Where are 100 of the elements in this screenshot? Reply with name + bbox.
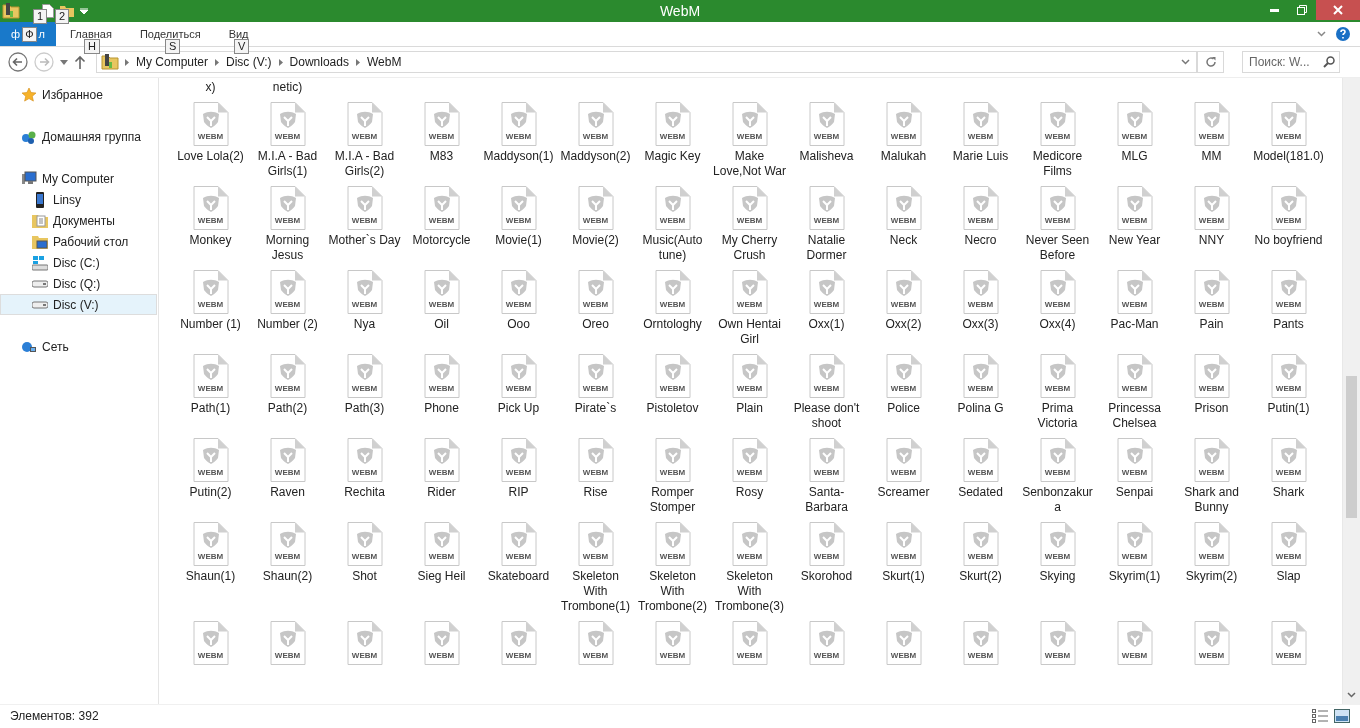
file-name[interactable]: Polina G xyxy=(943,401,1018,416)
breadcrumb[interactable]: Disc (V:) xyxy=(225,55,273,69)
file-name[interactable]: Motorcycle xyxy=(404,233,479,248)
file-name[interactable]: Malukah xyxy=(866,149,941,164)
file-name[interactable]: Prima Victoria xyxy=(1020,401,1095,431)
file-name[interactable]: Model(181.0) xyxy=(1251,149,1326,164)
file-name[interactable]: M.I.A - Bad Girls(1) xyxy=(250,149,325,179)
file-name[interactable]: Skeleton With Trombone(3) xyxy=(712,569,787,614)
file-name[interactable]: Pick Up xyxy=(481,401,556,416)
file-name[interactable]: Malisheva xyxy=(789,149,864,164)
file-name[interactable]: Pac-Man xyxy=(1097,317,1172,332)
file-name[interactable]: Make Love,Not War xyxy=(712,149,787,179)
file-name[interactable]: Sedated xyxy=(943,485,1018,500)
scrollbar-thumb[interactable] xyxy=(1346,376,1357,518)
sidebar-item[interactable]: Сеть xyxy=(0,336,157,357)
details-view-icon[interactable] xyxy=(1312,709,1328,723)
file-name[interactable]: Please don't shoot xyxy=(789,401,864,431)
sidebar-item[interactable]: Домашняя группа xyxy=(0,126,157,147)
file-name[interactable]: Love Lola(2) xyxy=(173,149,248,164)
file-name[interactable]: Plain xyxy=(712,401,787,416)
file-name[interactable]: Phone xyxy=(404,401,479,416)
file-name[interactable]: Putin(1) xyxy=(1251,401,1326,416)
file-name[interactable]: Maddyson(2) xyxy=(558,149,633,164)
file-name[interactable]: netic) xyxy=(250,80,325,95)
file-name[interactable]: Pistoletov xyxy=(635,401,710,416)
file-name[interactable]: Putin(2) xyxy=(173,485,248,500)
file-name[interactable]: Skateboard xyxy=(481,569,556,584)
file-name[interactable]: Shaun(1) xyxy=(173,569,248,584)
sidebar-item[interactable]: Избранное xyxy=(0,84,157,105)
file-name[interactable]: Senpai xyxy=(1097,485,1172,500)
file-name[interactable]: Necro xyxy=(943,233,1018,248)
file-name[interactable]: Medicore Films xyxy=(1020,149,1095,179)
file-name[interactable]: Morning Jesus xyxy=(250,233,325,263)
file-name[interactable]: Neck xyxy=(866,233,941,248)
file-name[interactable]: Orntologhy xyxy=(635,317,710,332)
address-bar[interactable]: My Computer Disc (V:) Downloads WebM xyxy=(96,51,1198,73)
file-name[interactable]: Shark xyxy=(1251,485,1326,500)
file-name[interactable]: Santa-Barbara xyxy=(789,485,864,515)
file-name[interactable]: Prison xyxy=(1174,401,1249,416)
file-name[interactable]: Number (1) xyxy=(173,317,248,332)
sidebar-item[interactable]: Рабочий стол xyxy=(0,231,157,252)
file-name[interactable]: Movie(2) xyxy=(558,233,633,248)
file-name[interactable]: RIP xyxy=(481,485,556,500)
file-name[interactable]: No boyfriend xyxy=(1251,233,1326,248)
file-name[interactable]: Princessa Chelsea xyxy=(1097,401,1172,431)
file-name[interactable]: Senbonzakura xyxy=(1020,485,1095,515)
file-name[interactable]: Movie(1) xyxy=(481,233,556,248)
scroll-down-icon[interactable] xyxy=(1347,692,1356,698)
breadcrumb[interactable]: WebM xyxy=(365,55,403,69)
file-name[interactable]: M83 xyxy=(404,149,479,164)
file-name[interactable]: Skyrim(2) xyxy=(1174,569,1249,584)
file-name[interactable]: Skorohod xyxy=(789,569,864,584)
file-name[interactable]: Skyrim(1) xyxy=(1097,569,1172,584)
file-name[interactable]: Nya xyxy=(327,317,402,332)
file-name[interactable]: Mother`s Day xyxy=(327,233,402,248)
file-name[interactable]: Natalie Dormer xyxy=(789,233,864,263)
file-name[interactable]: Shaun(2) xyxy=(250,569,325,584)
file-name[interactable]: Slap xyxy=(1251,569,1326,584)
file-name[interactable]: x) xyxy=(173,80,248,95)
sidebar-item[interactable]: Документы xyxy=(0,210,157,231)
close-button[interactable] xyxy=(1316,0,1360,20)
sidebar-item[interactable]: My Computer xyxy=(0,168,157,189)
file-name[interactable]: Shark and Bunny xyxy=(1174,485,1249,515)
sidebar-item[interactable]: Disc (V:) xyxy=(0,294,157,315)
file-name[interactable]: Rise xyxy=(558,485,633,500)
breadcrumb[interactable]: My Computer xyxy=(135,55,210,69)
file-name[interactable]: Never Seen Before xyxy=(1020,233,1095,263)
file-name[interactable]: Skurt(2) xyxy=(943,569,1018,584)
file-name[interactable]: Skeleton With Trombone(2) xyxy=(635,569,710,614)
file-name[interactable]: Music(Auto tune) xyxy=(635,233,710,263)
file-name[interactable]: Oxx(4) xyxy=(1020,317,1095,332)
search-field[interactable]: Поиск: W... xyxy=(1242,51,1340,73)
file-name[interactable]: Marie Luis xyxy=(943,149,1018,164)
file-name[interactable]: Rechita xyxy=(327,485,402,500)
scrollbar[interactable] xyxy=(1342,78,1360,704)
file-name[interactable]: Rider xyxy=(404,485,479,500)
file-name[interactable]: New Year xyxy=(1097,233,1172,248)
expand-ribbon-icon[interactable] xyxy=(1317,31,1326,37)
sidebar-item[interactable]: Linsy xyxy=(0,189,157,210)
file-name[interactable]: Oxx(1) xyxy=(789,317,864,332)
file-name[interactable]: Romper Stomper xyxy=(635,485,710,515)
file-name[interactable]: Shot xyxy=(327,569,402,584)
file-name[interactable]: Oreo xyxy=(558,317,633,332)
up-button[interactable] xyxy=(74,55,86,69)
file-name[interactable]: Oxx(2) xyxy=(866,317,941,332)
large-icons-view-icon[interactable] xyxy=(1334,709,1350,723)
file-name[interactable]: Monkey xyxy=(173,233,248,248)
file-name[interactable]: Ooo xyxy=(481,317,556,332)
help-icon[interactable] xyxy=(1336,27,1350,41)
file-name[interactable]: Pirate`s xyxy=(558,401,633,416)
file-name[interactable]: Magic Key xyxy=(635,149,710,164)
refresh-button[interactable] xyxy=(1198,51,1224,73)
file-name[interactable]: NNY xyxy=(1174,233,1249,248)
file-name[interactable]: Path(3) xyxy=(327,401,402,416)
file-name[interactable]: Maddyson(1) xyxy=(481,149,556,164)
file-name[interactable]: MM xyxy=(1174,149,1249,164)
file-name[interactable]: Screamer xyxy=(866,485,941,500)
file-name[interactable]: Raven xyxy=(250,485,325,500)
file-name[interactable]: Oil xyxy=(404,317,479,332)
file-name[interactable]: Police xyxy=(866,401,941,416)
